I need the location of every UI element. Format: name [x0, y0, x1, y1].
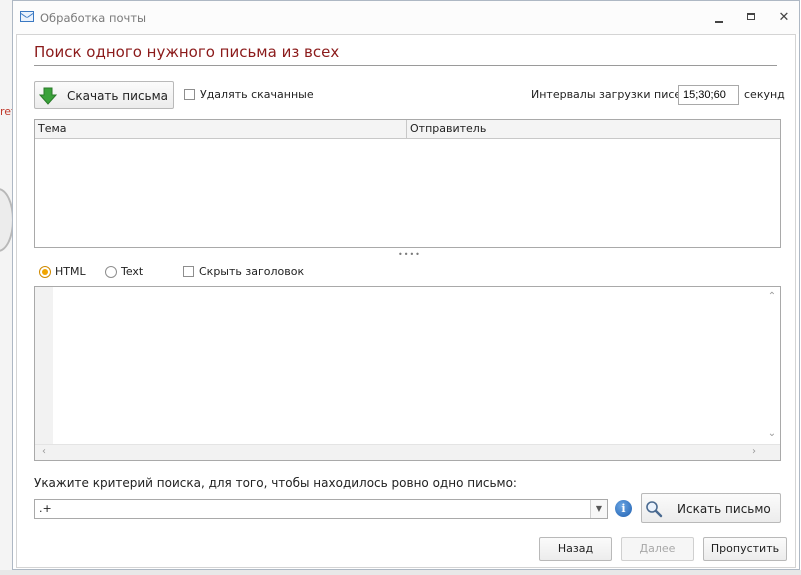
column-header-sender[interactable]: Отправитель — [407, 120, 780, 138]
vertical-scrollbar[interactable]: ⌃ ⌄ — [763, 287, 780, 444]
html-radio[interactable] — [39, 266, 51, 278]
html-radio-label: HTML — [55, 265, 86, 278]
search-mail-button[interactable]: Искать письмо — [641, 493, 781, 523]
envelope-icon — [20, 11, 34, 22]
close-icon: ✕ — [778, 10, 790, 25]
background-app-bottom — [0, 570, 801, 575]
window-title: Обработка почты — [40, 11, 147, 25]
column-header-subject[interactable]: Тема — [35, 120, 407, 138]
info-icon[interactable]: i — [615, 500, 632, 517]
delete-downloaded-checkbox[interactable] — [184, 89, 195, 100]
search-criteria-value: .+ — [39, 502, 52, 515]
scroll-left-icon[interactable]: ‹ — [37, 445, 51, 459]
splitter-handle[interactable]: •••• — [398, 251, 420, 259]
skip-button[interactable]: Пропустить — [703, 537, 787, 561]
viewer-gutter — [35, 287, 53, 460]
mail-list-table[interactable]: Тема Отправитель — [34, 119, 781, 248]
download-arrow-icon — [39, 87, 57, 105]
table-header: Тема Отправитель — [35, 120, 780, 139]
search-criteria-combo[interactable]: .+ ▼ — [34, 499, 608, 519]
mail-processing-window: Обработка почты ✕ Поиск одного нужного п… — [12, 0, 800, 570]
chevron-down-icon[interactable]: ▼ — [590, 500, 607, 518]
background-app-text: ref — [0, 105, 12, 118]
hide-header-label: Скрыть заголовок — [199, 265, 305, 278]
page-heading: Поиск одного нужного письма из всех — [34, 43, 340, 61]
maximize-icon — [747, 13, 755, 20]
horizontal-scrollbar[interactable]: ‹ › — [35, 444, 780, 460]
heading-divider — [34, 65, 777, 66]
message-viewer[interactable]: ⌃ ⌄ ‹ › — [34, 286, 781, 461]
search-mail-label: Искать письмо — [677, 502, 771, 516]
interval-unit: секунд — [744, 88, 785, 101]
scroll-right-icon[interactable]: › — [747, 445, 761, 459]
text-radio[interactable] — [105, 266, 117, 278]
download-mail-label: Скачать письма — [67, 89, 169, 103]
hide-header-checkbox[interactable] — [183, 266, 194, 277]
scroll-down-icon[interactable]: ⌄ — [765, 427, 779, 441]
download-mail-button[interactable]: Скачать письма — [34, 81, 174, 109]
delete-downloaded-label: Удалять скачанные — [200, 88, 314, 101]
back-button[interactable]: Назад — [539, 537, 612, 561]
interval-label: Интервалы загрузки писем: — [531, 88, 694, 101]
next-button[interactable]: Далее — [621, 537, 694, 561]
minimize-button[interactable] — [711, 11, 727, 25]
search-prompt: Укажите критерий поиска, для того, чтобы… — [34, 476, 517, 490]
text-radio-label: Text — [121, 265, 144, 278]
interval-input[interactable] — [678, 85, 739, 105]
minimize-icon — [715, 21, 723, 23]
maximize-button[interactable] — [744, 11, 760, 25]
scroll-up-icon[interactable]: ⌃ — [765, 290, 779, 304]
title-bar: Обработка почты ✕ — [13, 1, 799, 34]
close-button[interactable]: ✕ — [776, 11, 792, 25]
magnifier-icon — [646, 501, 663, 518]
